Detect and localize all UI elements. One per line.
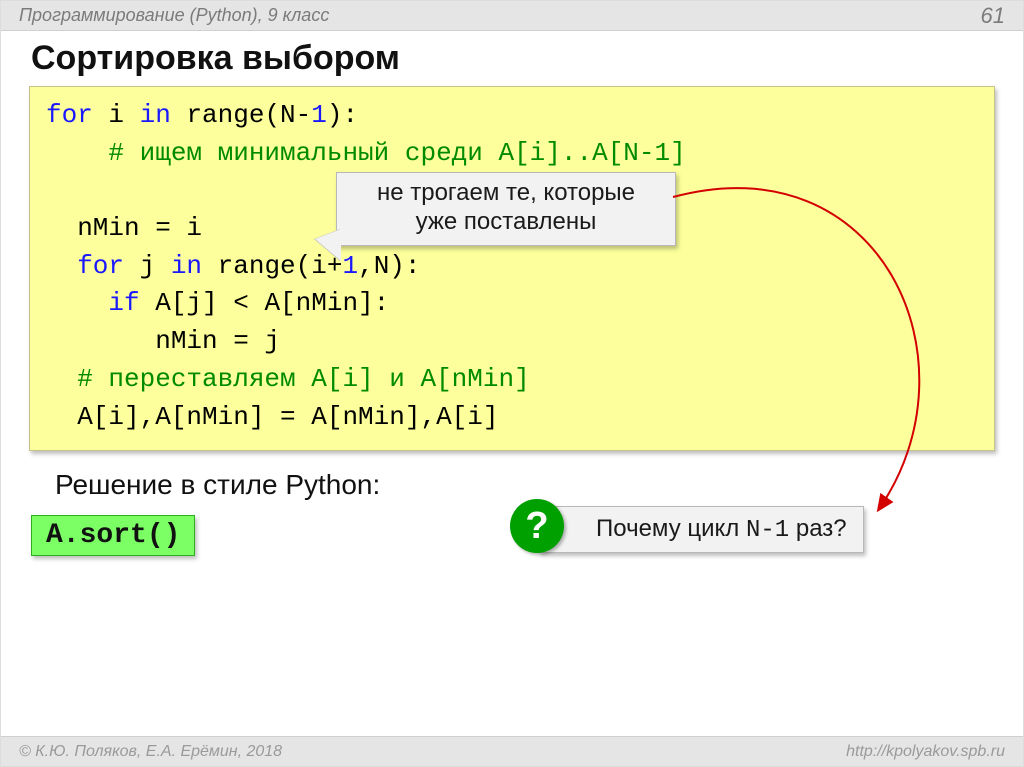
slide-header: Программирование (Python), 9 класс 61 xyxy=(1,1,1023,31)
callout-note: не трогаем те, которые уже поставлены xyxy=(336,172,676,246)
question-callout: ? Почему цикл N-1 раз? xyxy=(539,506,864,553)
sort-code: A.sort() xyxy=(31,515,195,556)
question-mono: N-1 xyxy=(746,517,789,544)
callout-line2: уже поставлены xyxy=(355,208,657,237)
slide-footer: © К.Ю. Поляков, Е.А. Ерёмин, 2018 http:/… xyxy=(1,736,1023,766)
copyright: © К.Ю. Поляков, Е.А. Ерёмин, 2018 xyxy=(19,743,282,761)
page-number: 61 xyxy=(981,3,1005,29)
course-name: Программирование (Python), 9 класс xyxy=(19,5,329,26)
code-content: for i in range(N-1): # ищем минимальный … xyxy=(46,97,978,436)
question-text-pre: Почему цикл xyxy=(596,515,746,542)
callout-line1: не трогаем те, которые xyxy=(355,179,657,208)
slide-title: Сортировка выбором xyxy=(1,31,1023,86)
footer-url: http://kpolyakov.spb.ru xyxy=(846,743,1005,761)
question-text-post: раз? xyxy=(789,515,846,542)
python-style-caption: Решение в стиле Python: xyxy=(1,451,1023,507)
question-badge-icon: ? xyxy=(510,499,564,553)
code-block: for i in range(N-1): # ищем минимальный … xyxy=(29,86,995,451)
